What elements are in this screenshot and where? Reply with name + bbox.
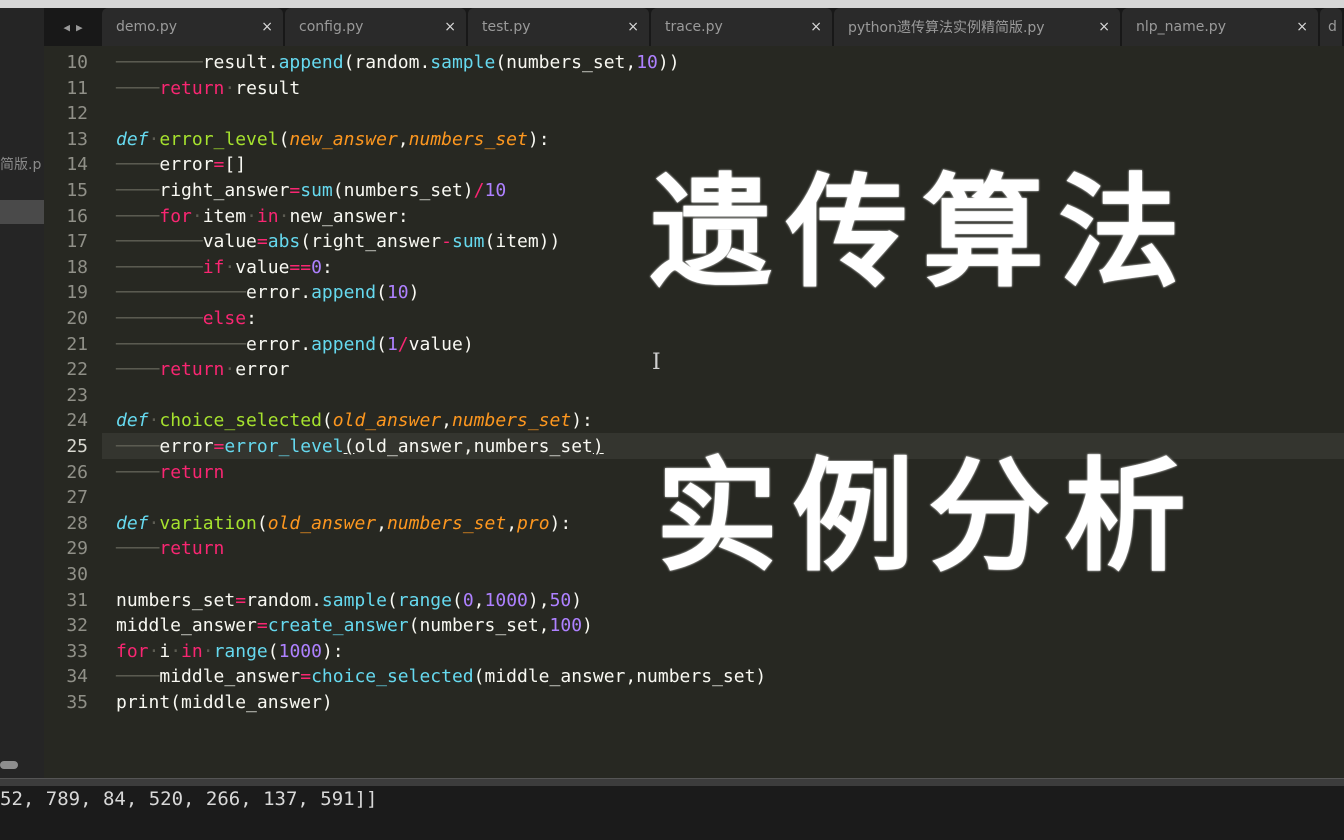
code-line: ────return xyxy=(116,461,225,483)
console-output: 52, 789, 84, 520, 266, 137, 591]] xyxy=(0,788,378,810)
code-line: middle_answer=create_answer(numbers_set,… xyxy=(116,615,593,637)
overlay-title-line1: 遗传算法 xyxy=(650,160,1194,304)
tab-label: nlp_name.py xyxy=(1136,19,1226,35)
line-number-gutter: 10 11 12 13 14 15 16 17 18 19 20 21 22 2… xyxy=(44,46,102,778)
line-number: 30 xyxy=(66,564,88,585)
code-line: ────────if·value==0: xyxy=(116,256,333,278)
tab-label: config.py xyxy=(299,19,364,35)
sidebar-selected-item[interactable] xyxy=(0,200,44,224)
line-number: 11 xyxy=(66,77,88,99)
tab-d[interactable]: d xyxy=(1320,8,1342,46)
code-line-current: ────error=error_level(old_answer,numbers… xyxy=(116,436,604,457)
code-line: ────error=[] xyxy=(116,154,247,176)
tab-trace[interactable]: trace.py × xyxy=(651,8,832,46)
tab-label: d xyxy=(1328,19,1337,35)
code-line: ────return·result xyxy=(116,77,301,99)
code-line: ────for·item·in·new_answer: xyxy=(116,205,409,227)
close-icon[interactable]: × xyxy=(1098,19,1110,35)
line-number: 31 xyxy=(66,589,88,611)
line-number: 21 xyxy=(66,333,88,355)
code-line: numbers_set=random.sample(range(0,1000),… xyxy=(116,589,583,611)
tab-label: test.py xyxy=(482,19,531,35)
code-line: ────────────error.append(10) xyxy=(116,282,420,304)
code-line: ────return xyxy=(116,538,225,560)
code-line: ────────────error.append(1/value) xyxy=(116,333,474,355)
tab-demo[interactable]: demo.py × xyxy=(102,8,283,46)
tab-label: demo.py xyxy=(116,19,178,35)
line-number: 13 xyxy=(66,128,88,150)
line-number: 22 xyxy=(66,359,88,381)
line-number: 15 xyxy=(66,180,88,201)
code-line: print(middle_answer) xyxy=(116,692,333,713)
close-icon[interactable]: × xyxy=(627,19,639,35)
line-number: 32 xyxy=(66,615,88,637)
line-number: 35 xyxy=(66,692,88,713)
tab-nlp-name[interactable]: nlp_name.py × xyxy=(1122,8,1318,46)
overlay-title-line2: 实例分析 xyxy=(656,444,1200,588)
output-console[interactable]: 52, 789, 84, 520, 266, 137, 591]] xyxy=(0,786,1344,840)
close-icon[interactable]: × xyxy=(1296,19,1308,35)
code-line: ────middle_answer=choice_selected(middle… xyxy=(116,666,767,688)
sidebar-file-item[interactable]: 简版.p xyxy=(0,154,41,174)
line-number-current: 25 xyxy=(66,436,88,457)
code-line: def·variation(old_answer,numbers_set,pro… xyxy=(116,512,572,534)
line-number: 24 xyxy=(66,410,88,432)
line-number: 26 xyxy=(66,461,88,483)
line-number: 33 xyxy=(66,640,88,662)
code-line: def·error_level(new_answer,numbers_set): xyxy=(116,128,550,150)
code-line: for·i·in·range(1000): xyxy=(116,640,344,662)
tab-prev-icon[interactable]: ◀ xyxy=(63,21,70,34)
line-number: 23 xyxy=(66,384,88,406)
close-icon[interactable]: × xyxy=(810,19,822,35)
code-line: def·choice_selected(old_answer,numbers_s… xyxy=(116,410,593,432)
line-number: 14 xyxy=(66,154,88,176)
tab-label: python遗传算法实例精简版.py xyxy=(848,20,1045,36)
tab-next-icon[interactable]: ▶ xyxy=(76,21,83,34)
code-line: ────────else: xyxy=(116,308,257,329)
line-number: 12 xyxy=(66,103,88,125)
code-line: ────return·error xyxy=(116,359,290,381)
code-line: ────────result.append(random.sample(numb… xyxy=(116,52,680,73)
file-sidebar[interactable]: 简版.p xyxy=(0,8,44,778)
line-number: 17 xyxy=(66,231,88,253)
tab-label: trace.py xyxy=(665,19,723,35)
line-number: 16 xyxy=(66,205,88,227)
tab-bar: ◀ ▶ demo.py × config.py × test.py × trac… xyxy=(44,8,1344,46)
line-number: 19 xyxy=(66,282,88,304)
line-number: 18 xyxy=(66,256,88,278)
close-icon[interactable]: × xyxy=(261,19,273,35)
line-number: 27 xyxy=(66,487,88,509)
text-cursor-icon: I xyxy=(652,350,661,375)
tab-navigation: ◀ ▶ xyxy=(44,8,102,46)
line-number: 29 xyxy=(66,538,88,560)
code-line: ────right_answer=sum(numbers_set)/10 xyxy=(116,180,507,201)
tab-test[interactable]: test.py × xyxy=(468,8,649,46)
line-number: 20 xyxy=(66,308,88,329)
tab-config[interactable]: config.py × xyxy=(285,8,466,46)
tab-python-ga[interactable]: python遗传算法实例精简版.py × xyxy=(834,8,1120,46)
sidebar-scrollbar[interactable] xyxy=(0,761,18,769)
line-number: 34 xyxy=(66,666,88,688)
code-line: ────────value=abs(right_answer-sum(item)… xyxy=(116,231,561,253)
close-icon[interactable]: × xyxy=(444,19,456,35)
line-number: 28 xyxy=(66,512,88,534)
line-number: 10 xyxy=(66,52,88,73)
